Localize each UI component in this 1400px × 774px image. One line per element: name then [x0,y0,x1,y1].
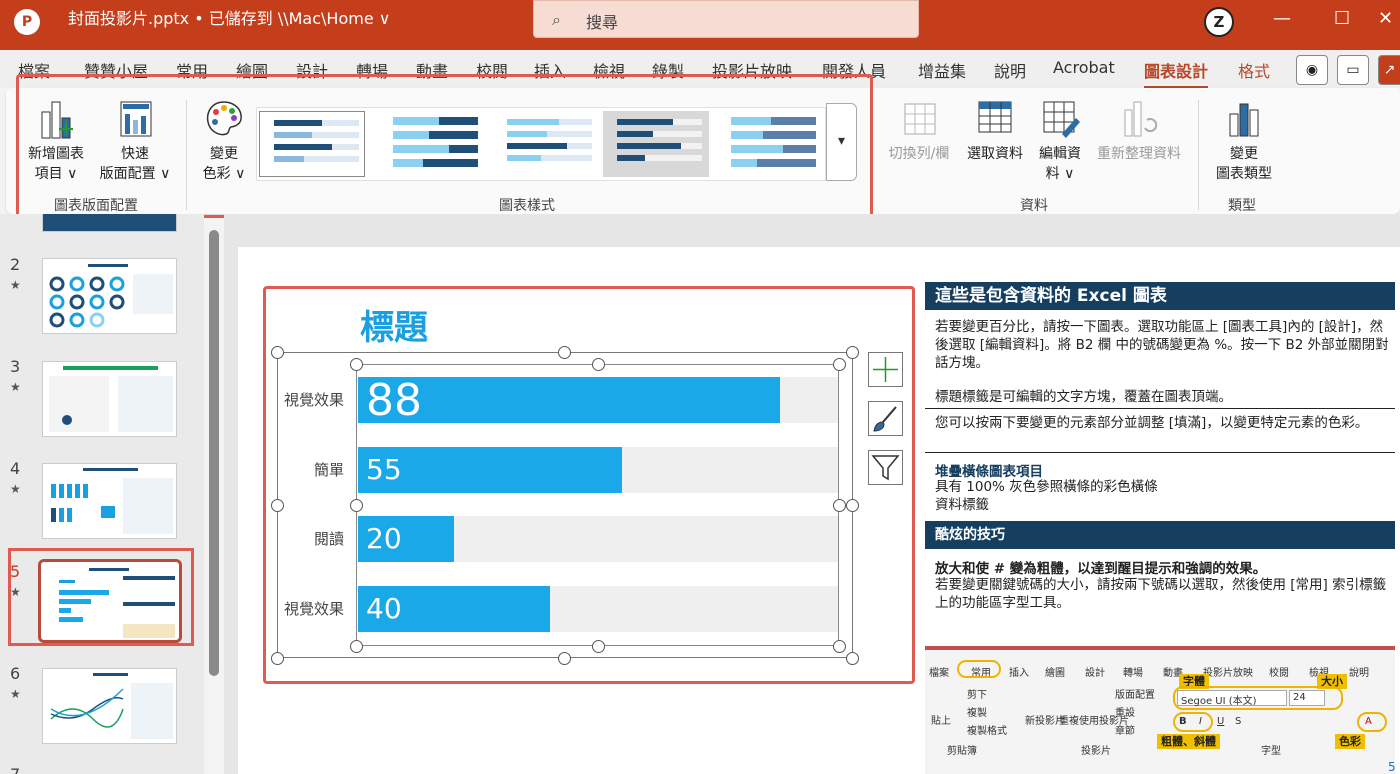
share-icon[interactable]: ↗ [1378,55,1400,85]
info-paragraph-4b: 資料標籤 [935,497,989,513]
info-paragraph-4a: 具有 100% 灰色參照橫條的彩色橫條 [935,479,1158,495]
tab-format[interactable]: 格式 [1238,58,1270,82]
minimize-button[interactable]: — [1273,8,1291,29]
tab-addins[interactable]: 增益集 [918,58,966,82]
slide-number-3: 3 [10,357,21,376]
search-icon: ⌕ [552,10,561,29]
maximize-button[interactable]: ☐ [1334,8,1350,29]
slide-thumbnail-5[interactable] [38,559,182,643]
switch-row-column-icon [904,103,936,135]
slide-thumbnail-4[interactable] [42,463,177,539]
switch-row-column-button[interactable]: 切換列/欄 [884,98,954,164]
change-chart-type-button[interactable]: 變更 圖表類型 [1210,98,1278,184]
document-title[interactable]: 封面投影片.pptx • 已儲存到 \\Mac\Home ∨ [68,9,390,29]
chart-highlight-box [263,286,915,684]
powerpoint-app-icon: P [14,9,40,35]
title-bar: P 封面投影片.pptx • 已儲存到 \\Mac\Home ∨ ⌕ 搜尋 Z … [0,0,1400,50]
slide-number-5: 5 [10,562,21,581]
search-placeholder: 搜尋 [586,13,619,32]
slide-panel-scrollbar[interactable] [209,230,219,676]
close-button[interactable]: ✕ [1378,8,1393,29]
change-chart-type-icon [1229,103,1259,137]
record-icon[interactable]: ◉ [1296,55,1328,85]
slide-thumbnail-2[interactable] [42,258,177,334]
select-data-button[interactable]: 選取資料 [962,98,1028,164]
slide-page-number: 5 [1388,760,1396,774]
search-box[interactable]: ⌕ 搜尋 [533,0,919,38]
slide-number-7: 7 [10,765,20,774]
edit-data-icon [1043,101,1080,138]
slide-number-4: 4 [10,459,21,478]
info-paragraph-2: 標題標籤是可編輯的文字方塊，覆蓋在圖表頂端。 [935,389,1232,405]
home-ribbon-illustration: 檔案 常用 插入 繪圖 設計 轉場 動畫 投影片放映 校閱 檢視 說明 貼上 剪… [925,646,1395,774]
slide-star-icon: ★ [10,380,21,394]
tab-chart-design[interactable]: 圖表設計 [1144,58,1209,89]
ribbon-highlight-box [16,74,873,218]
slide-star-icon: ★ [10,585,21,599]
info-paragraph-6: 若要變更關鍵號碼的大小，請按兩下號碼以選取，然後使用 [常用] 索引標籤上的功能… [935,577,1387,611]
tab-acrobat[interactable]: Acrobat [1053,58,1115,77]
info-subheading: 堆疊橫條圖表項目 [935,464,1043,480]
slide-thumbnail-6[interactable] [42,668,177,744]
slide-number-2: 2 [10,255,21,274]
info-paragraph-3: 您可以按兩下要變更的元素部分並調整 [填滿]，以變更特定元素的色彩。 [935,415,1369,431]
comments-icon[interactable]: ▭ [1337,55,1369,85]
refresh-data-button[interactable]: 重新整理資料 [1090,98,1188,164]
slide-star-icon: ★ [10,278,21,292]
group-label-data: 資料 [1020,198,1048,214]
slide-thumbnail-1[interactable] [42,214,177,232]
info-heading-2: 酷炫的技巧 [925,521,1395,549]
slide-number-6: 6 [10,664,21,683]
edit-data-button[interactable]: 編輯資 料 ∨ [1032,98,1088,184]
slide-star-icon: ★ [10,482,21,496]
refresh-data-icon [1124,101,1158,137]
group-label-type: 類型 [1228,198,1256,214]
info-paragraph-1: 若要變更百分比，請按一下圖表。選取功能區上 [圖表工具]內的 [設計]，然後選取… [935,319,1389,371]
slide-star-icon: ★ [10,687,21,701]
select-data-icon [978,101,1012,133]
slide-thumbnail-3[interactable] [42,361,177,437]
info-heading-1: 這些是包含資料的 Excel 圖表 [925,282,1395,310]
tab-help[interactable]: 說明 [994,58,1026,82]
account-avatar[interactable]: Z [1204,7,1234,37]
